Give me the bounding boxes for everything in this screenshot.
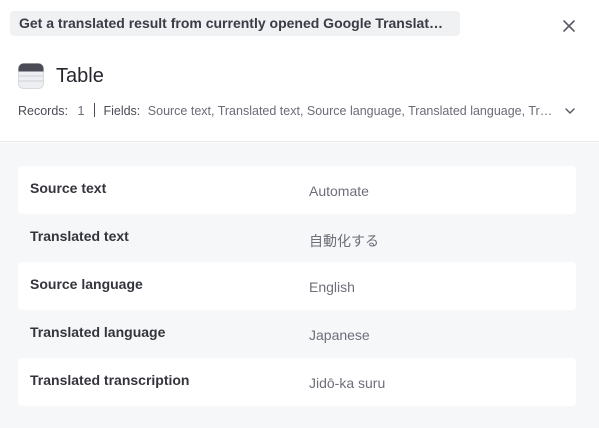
table-meta: Records: 1 Fields: Source text, Translate… xyxy=(18,102,578,120)
field-value: Jidō-ka suru xyxy=(309,375,386,391)
field-value: Automate xyxy=(309,183,369,199)
action-title-chip: Get a translated result from currently o… xyxy=(10,11,460,36)
table-row: Source text Automate xyxy=(18,166,576,214)
records-count: 1 xyxy=(77,104,85,118)
field-value: Japanese xyxy=(309,327,370,343)
chevron-down-icon[interactable] xyxy=(563,104,577,116)
fields-value: Source text, Translated text, Source lan… xyxy=(147,104,556,118)
table-row: Translated text 自動化する xyxy=(18,214,576,262)
record-panel: Source text Automate Translated text 自動化… xyxy=(0,143,599,428)
field-label: Translated text xyxy=(30,228,129,244)
field-label: Source language xyxy=(30,276,143,292)
close-icon[interactable] xyxy=(559,16,579,36)
table-icon xyxy=(18,63,44,89)
field-value: 自動化する xyxy=(309,233,379,249)
records-label: Records: xyxy=(18,104,69,118)
field-label: Translated transcription xyxy=(30,372,190,388)
dialog-header: Get a translated result from currently o… xyxy=(0,0,599,142)
field-label: Translated language xyxy=(30,324,166,340)
fields-label: Fields: xyxy=(103,104,141,118)
table-title: Table xyxy=(56,65,104,87)
table-row: Translated language Japanese xyxy=(18,310,576,358)
field-label: Source text xyxy=(30,180,107,196)
record-table: Source text Automate Translated text 自動化… xyxy=(18,166,576,406)
meta-divider xyxy=(94,103,96,117)
table-row: Source language English xyxy=(18,262,576,310)
field-value: English xyxy=(309,279,355,295)
table-row: Translated transcription Jidō-ka suru xyxy=(18,358,576,406)
